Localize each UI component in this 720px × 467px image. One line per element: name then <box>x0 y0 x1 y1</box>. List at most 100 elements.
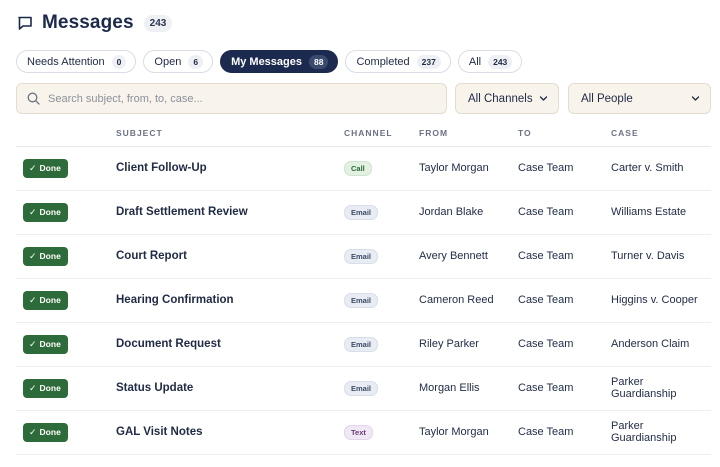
message-to: Case Team <box>518 366 611 411</box>
table-row[interactable]: ✓ Done Status Update Email Morgan Ellis C… <box>16 366 711 411</box>
tab-label: Completed <box>356 55 410 68</box>
tab-count-badge: 6 <box>188 54 204 69</box>
channel-chip: Email <box>344 204 379 220</box>
tab-count-badge: 0 <box>111 54 127 69</box>
chevron-down-icon <box>691 94 700 103</box>
check-icon: ✓ <box>29 162 37 173</box>
check-icon: ✓ <box>29 338 37 349</box>
status-label: Done <box>39 339 61 349</box>
channel-chip: Email <box>344 380 379 396</box>
message-case[interactable]: Turner v. Davis <box>611 234 711 279</box>
message-from: Taylor Morgan <box>419 146 518 191</box>
messages-table: SUBJECT CHANNEL FROM TO CASE ✓ Done Clien… <box>16 120 711 455</box>
channel-chip: Email <box>344 336 379 352</box>
message-case[interactable]: Williams Estate <box>611 190 711 235</box>
message-to: Case Team <box>518 234 611 279</box>
search-icon <box>27 92 40 105</box>
tab-all[interactable]: All 243 <box>457 50 523 73</box>
check-icon: ✓ <box>29 382 37 393</box>
done-status-button[interactable]: ✓ Done <box>23 158 68 178</box>
message-to: Case Team <box>518 410 611 455</box>
people-filter-value: All People <box>581 92 633 105</box>
table-row[interactable]: ✓ Done Court Report Email Avery Bennett C… <box>16 234 711 279</box>
total-count-badge: 243 <box>143 14 173 32</box>
chevron-down-icon <box>539 94 548 103</box>
message-to: Case Team <box>518 322 611 367</box>
message-subject[interactable]: Draft Settlement Review <box>116 190 344 235</box>
table-row[interactable]: ✓ Done Client Follow-Up Call Taylor Morga… <box>16 146 711 191</box>
tab-count-badge: 243 <box>488 54 513 69</box>
done-status-button[interactable]: ✓ Done <box>23 334 68 354</box>
column-header-from[interactable]: FROM <box>419 120 518 147</box>
message-from: Morgan Ellis <box>419 366 518 411</box>
done-status-button[interactable]: ✓ Done <box>23 246 68 266</box>
table-row[interactable]: ✓ Done Draft Settlement Review Email Jord… <box>16 190 711 235</box>
status-label: Done <box>39 383 61 393</box>
message-case[interactable]: Parker Guardianship <box>611 366 711 411</box>
tab-count-badge: 237 <box>416 54 441 69</box>
message-from: Jordan Blake <box>419 190 518 235</box>
channel-chip: Call <box>344 160 372 176</box>
status-label: Done <box>39 295 61 305</box>
column-header-subject[interactable]: SUBJECT <box>116 120 344 147</box>
tab-count-badge: 88 <box>309 54 329 69</box>
message-case[interactable]: Parker Guardianship <box>611 410 711 455</box>
channel-filter-value: All Channels <box>468 92 533 105</box>
people-filter-select[interactable]: All People <box>568 83 711 114</box>
status-label: Done <box>39 207 61 217</box>
tab-open[interactable]: Open 6 <box>143 50 214 73</box>
channel-chip: Email <box>344 248 379 264</box>
message-to: Case Team <box>518 146 611 191</box>
done-status-button[interactable]: ✓ Done <box>23 422 68 442</box>
page-header: Messages 243 <box>16 10 173 36</box>
status-label: Done <box>39 427 61 437</box>
message-to: Case Team <box>518 278 611 323</box>
message-subject[interactable]: GAL Visit Notes <box>116 410 344 455</box>
tab-completed[interactable]: Completed 237 <box>345 50 451 73</box>
check-icon: ✓ <box>29 426 37 437</box>
table-row[interactable]: ✓ Done GAL Visit Notes Text Taylor Morgan… <box>16 410 711 455</box>
chat-bubble-icon <box>16 14 34 32</box>
tab-label: All <box>468 55 482 68</box>
message-from: Taylor Morgan <box>419 410 518 455</box>
message-from: Cameron Reed <box>419 278 518 323</box>
check-icon: ✓ <box>29 250 37 261</box>
done-status-button[interactable]: ✓ Done <box>23 202 68 222</box>
message-subject[interactable]: Client Follow-Up <box>116 146 344 191</box>
search-input[interactable] <box>48 92 428 105</box>
filter-tabs: Needs Attention 0 Open 6 My Messages 88 … <box>16 50 523 73</box>
message-case[interactable]: Higgins v. Cooper <box>611 278 711 323</box>
check-icon: ✓ <box>29 206 37 217</box>
channel-filter-select[interactable]: All Channels <box>455 83 559 114</box>
column-header-case[interactable]: CASE <box>611 120 711 147</box>
message-case[interactable]: Anderson Claim <box>611 322 711 367</box>
channel-chip: Email <box>344 292 379 308</box>
table-row[interactable]: ✓ Done Document Request Email Riley Parke… <box>16 322 711 367</box>
done-status-button[interactable]: ✓ Done <box>23 378 68 398</box>
status-label: Done <box>39 251 61 261</box>
message-case[interactable]: Carter v. Smith <box>611 146 711 191</box>
message-subject[interactable]: Status Update <box>116 366 344 411</box>
column-header-channel[interactable]: CHANNEL <box>344 120 419 147</box>
table-row[interactable]: ✓ Done Hearing Confirmation Email Cameron… <box>16 278 711 323</box>
search-box <box>16 83 447 114</box>
message-from: Riley Parker <box>419 322 518 367</box>
tab-needs-attention[interactable]: Needs Attention 0 <box>16 50 137 73</box>
message-to: Case Team <box>518 190 611 235</box>
check-icon: ✓ <box>29 294 37 305</box>
done-status-button[interactable]: ✓ Done <box>23 290 68 310</box>
tab-label: Open <box>154 55 182 68</box>
message-subject[interactable]: Hearing Confirmation <box>116 278 344 323</box>
message-from: Avery Bennett <box>419 234 518 279</box>
status-label: Done <box>39 163 61 173</box>
page-title: Messages <box>42 12 134 33</box>
message-subject[interactable]: Court Report <box>116 234 344 279</box>
channel-chip: Text <box>344 424 373 440</box>
tab-label: Needs Attention <box>27 55 105 68</box>
tab-label: My Messages <box>231 55 302 68</box>
message-subject[interactable]: Document Request <box>116 322 344 367</box>
column-header-status <box>16 120 116 147</box>
tab-my-messages[interactable]: My Messages 88 <box>220 50 339 73</box>
table-header-row: SUBJECT CHANNEL FROM TO CASE <box>16 120 711 147</box>
column-header-to[interactable]: TO <box>518 120 611 147</box>
